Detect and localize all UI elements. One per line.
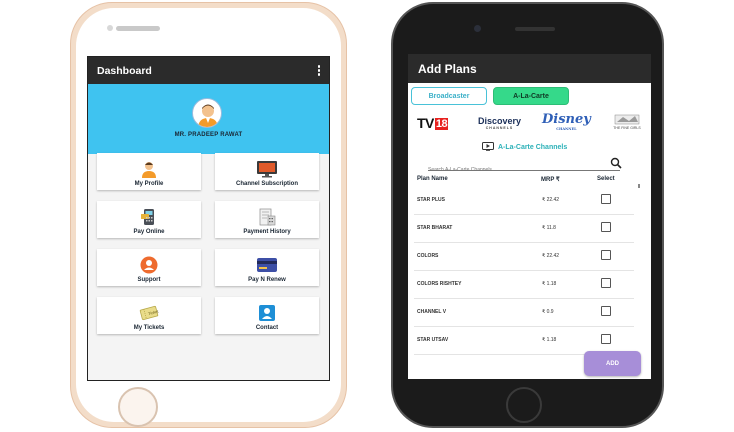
tv18-logo[interactable]: TV 18 xyxy=(417,115,449,131)
earpiece-speaker xyxy=(116,26,160,31)
column-select: Select xyxy=(597,176,615,182)
plan-name: STAR UTSAV xyxy=(417,337,449,343)
broadcaster-logos: TV 18 Discovery CHANNELS Disney CHANNEL THE… xyxy=(414,112,646,134)
tile-label: My Profile xyxy=(134,181,164,187)
dashboard-app-bar: Dashboard xyxy=(88,57,329,84)
plan-mrp: ₹ 1.18 xyxy=(542,281,557,287)
tile-label: Pay Online xyxy=(133,229,165,235)
avatar[interactable] xyxy=(192,98,222,128)
table-row: CHANNEL V ₹ 0.9 xyxy=(414,298,634,327)
front-camera xyxy=(474,25,481,32)
home-button[interactable] xyxy=(506,387,542,423)
my-tickets-tile[interactable]: Ticket My Tickets xyxy=(97,297,201,334)
search-bar xyxy=(428,156,622,174)
channel-subscription-tile[interactable]: Channel Subscription xyxy=(215,153,319,190)
table-row: COLORS RISHTEY ₹ 1.18 xyxy=(414,270,634,299)
pay-online-tile[interactable]: Pay Online xyxy=(97,201,201,238)
fine-girls-logo[interactable]: THE FINE GIRLS xyxy=(612,114,642,132)
plan-mrp: ₹ 22.42 xyxy=(542,253,560,259)
search-icon[interactable] xyxy=(610,156,622,174)
select-checkbox[interactable] xyxy=(601,194,611,204)
contact-tile[interactable]: Contact xyxy=(215,297,319,334)
disney-channel-logo[interactable]: Disney CHANNEL xyxy=(542,112,591,131)
table-row: COLORS ₹ 22.42 xyxy=(414,242,634,271)
select-checkbox[interactable] xyxy=(601,334,611,344)
tv-icon xyxy=(256,159,278,179)
home-button[interactable] xyxy=(118,387,158,427)
pay-n-renew-tile[interactable]: Pay N Renew xyxy=(215,249,319,286)
select-checkbox[interactable] xyxy=(601,278,611,288)
earpiece-speaker xyxy=(515,27,555,31)
tile-label: Pay N Renew xyxy=(248,277,286,283)
tile-label: Contact xyxy=(255,325,279,331)
plan-name: CHANNEL V xyxy=(417,309,447,315)
profile-header: MR. PRADEEP RAWAT xyxy=(88,84,329,154)
plan-mrp: ₹ 22.42 xyxy=(542,197,560,203)
add-button[interactable]: ADD xyxy=(584,351,641,376)
card-machine-icon xyxy=(138,207,160,227)
select-checkbox[interactable] xyxy=(601,250,611,260)
section-heading: A-La-Carte Channels xyxy=(482,142,567,153)
plan-name: STAR BHARAT xyxy=(417,225,453,231)
plan-mrp: ₹ 1.18 xyxy=(542,337,557,343)
user-name: MR. PRADEEP RAWAT xyxy=(174,132,243,138)
plan-name: STAR PLUS xyxy=(417,197,445,203)
support-icon xyxy=(138,255,160,275)
tv-play-icon xyxy=(482,142,494,153)
plan-mrp: ₹ 0.9 xyxy=(542,309,554,315)
tile-label: My Tickets xyxy=(133,325,165,331)
page-title: Dashboard xyxy=(97,64,152,77)
table-row: STAR PLUS ₹ 22.42 xyxy=(414,186,634,215)
user-icon xyxy=(138,159,160,179)
plan-name: COLORS xyxy=(417,253,439,259)
credit-card-icon xyxy=(256,255,278,275)
page-title: Add Plans xyxy=(418,61,477,76)
tile-label: Payment History xyxy=(243,229,291,235)
search-input[interactable] xyxy=(428,167,598,173)
receipt-icon xyxy=(256,207,278,227)
overflow-menu-icon[interactable] xyxy=(317,65,320,76)
tile-label: Channel Subscription xyxy=(235,181,298,187)
my-profile-tile[interactable]: My Profile xyxy=(97,153,201,190)
column-mrp: MRP ₹ xyxy=(541,177,560,183)
select-checkbox[interactable] xyxy=(601,222,611,232)
column-plan-name: Plan Name xyxy=(417,176,448,182)
section-title: A-La-Carte Channels xyxy=(498,144,568,151)
tab-alacarte[interactable]: A-La-Carte xyxy=(493,87,569,105)
payment-history-tile[interactable]: Payment History xyxy=(215,201,319,238)
ticket-icon: Ticket xyxy=(138,303,160,323)
scrollbar[interactable] xyxy=(638,184,640,188)
discovery-logo[interactable]: Discovery CHANNELS xyxy=(478,116,521,130)
front-camera xyxy=(107,25,113,31)
tab-broadcaster[interactable]: Broadcaster xyxy=(411,87,487,105)
dashboard-screen: Dashboard MR. PRADEEP RAWAT My Profile C… xyxy=(87,56,330,381)
table-row: STAR BHARAT ₹ 11.8 xyxy=(414,214,634,243)
plan-name: COLORS RISHTEY xyxy=(417,281,462,287)
plan-mrp: ₹ 11.8 xyxy=(542,225,556,231)
plan-type-tabs: Broadcaster A-La-Carte xyxy=(411,87,648,107)
add-plans-screen: Add Plans Broadcaster A-La-Carte TV 18 Di… xyxy=(408,54,651,379)
select-checkbox[interactable] xyxy=(601,306,611,316)
tile-label: Support xyxy=(137,277,161,283)
add-plans-app-bar: Add Plans xyxy=(408,54,651,83)
support-tile[interactable]: Support xyxy=(97,249,201,286)
contact-icon xyxy=(256,303,278,323)
